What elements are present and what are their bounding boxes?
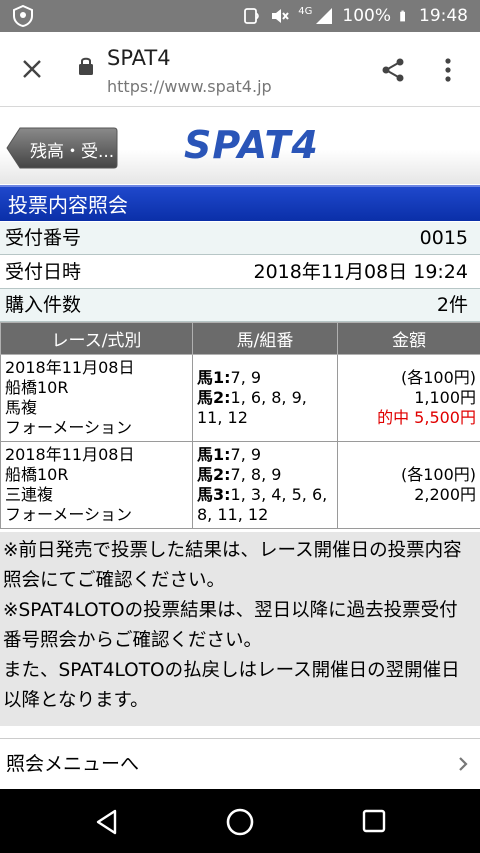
unit-price: (各100円)	[400, 368, 476, 387]
combo-line: 馬1:7, 9	[197, 368, 333, 388]
combo-cell: 馬1:7, 9 馬2:1, 6, 8, 9, 11, 12	[192, 354, 338, 442]
system-nav-bar	[0, 789, 480, 853]
inquiry-menu-link[interactable]: 照会メニューへ	[0, 738, 480, 788]
combo-value: 7, 8, 9	[230, 465, 282, 484]
combo-label: 馬1:	[197, 445, 231, 464]
bet-method: フォーメーション	[5, 505, 133, 524]
combo-cell: 馬1:7, 9 馬2:7, 8, 9 馬3:1, 3, 4, 5, 6, 8, …	[192, 441, 338, 529]
race-cell: 2018年11月08日 船橋10R 馬複 フォーメーション	[0, 354, 193, 442]
battery-icon	[400, 10, 405, 22]
network-type: 4G	[298, 5, 313, 17]
combo-line: 馬3:1, 3, 4, 5, 6, 8, 11, 12	[197, 485, 333, 525]
combo-line: 馬2:7, 8, 9	[197, 465, 333, 485]
bet-method: フォーメーション	[5, 418, 133, 437]
table-row: 2018年11月08日 船橋10R 三連複 フォーメーション 馬1:7, 9 馬…	[0, 441, 480, 529]
nav-home-icon[interactable]	[225, 807, 255, 837]
browser-toolbar: SPAT4 https://www.spat4.jp	[0, 32, 480, 107]
signal-icon	[316, 8, 333, 24]
receipt-date-label: 受付日時	[5, 261, 82, 283]
share-icon[interactable]	[380, 57, 406, 83]
table-row: 2018年11月08日 船橋10R 馬複 フォーメーション 馬1:7, 9 馬2…	[0, 354, 480, 442]
purchase-count-label: 購入件数	[5, 294, 82, 316]
column-header-amount: 金額	[337, 322, 480, 355]
amount-cell: (各100円) 2,200円	[337, 441, 480, 529]
combo-label: 馬1:	[197, 368, 231, 387]
column-header-race: レース/式別	[0, 322, 193, 355]
mute-icon	[272, 9, 290, 23]
receipt-number-row: 受付番号 0015	[0, 222, 480, 255]
back-button-label: 残高・受...	[30, 142, 115, 162]
combo-label: 馬2:	[197, 465, 231, 484]
nav-recents-icon[interactable]	[362, 809, 386, 833]
amount-cell: (各100円) 1,100円 的中 5,500円	[337, 354, 480, 442]
total-amount: 2,200円	[414, 485, 476, 504]
note-text: また、SPAT4LOTOの払戻しはレース開催日の翌開催日以降となります。	[3, 660, 460, 711]
inquiry-menu-label: 照会メニューへ	[6, 753, 140, 775]
receipt-number-value: 0015	[419, 227, 468, 249]
bets-table: レース/式別 馬/組番 金額 2018年11月08日 船橋10R 馬複 フォーメ…	[0, 322, 480, 529]
hit-payout: 的中 5,500円	[377, 408, 476, 427]
unit-price: (各100円)	[400, 465, 476, 484]
lock-icon	[79, 57, 93, 75]
battery-percent: 100%	[342, 6, 391, 26]
column-header-combo: 馬/組番	[192, 322, 338, 355]
table-header-row: レース/式別 馬/組番 金額	[0, 322, 480, 355]
race-cell: 2018年11月08日 船橋10R 三連複 フォーメーション	[0, 441, 193, 529]
combo-label: 馬2:	[197, 388, 231, 407]
section-title: 投票内容照会	[0, 185, 480, 221]
url-text[interactable]: https://www.spat4.jp	[107, 77, 272, 96]
spat4-logo: SPAT4	[184, 123, 319, 167]
page-title: SPAT4	[107, 46, 171, 70]
total-amount: 1,100円	[414, 388, 476, 407]
nav-back-icon[interactable]	[95, 809, 119, 835]
race-name: 船橋10R	[5, 465, 69, 484]
nfc-icon	[244, 8, 260, 24]
clock: 19:48	[419, 6, 468, 26]
chevron-right-icon	[459, 757, 468, 771]
combo-label: 馬3:	[197, 485, 231, 504]
race-date: 2018年11月08日	[5, 358, 135, 377]
combo-line: 馬1:7, 9	[197, 445, 333, 465]
site-header: 残高・受... SPAT4	[0, 107, 480, 184]
race-name: 船橋10R	[5, 378, 69, 397]
status-bar: 4G 100% 19:48	[0, 0, 480, 32]
overflow-menu-icon[interactable]	[441, 57, 455, 83]
shield-icon	[13, 5, 33, 27]
purchase-count-value: 2件	[436, 294, 468, 316]
bet-type: 馬複	[5, 398, 38, 417]
note-text: ※前日発売で投票した結果は、レース開催日の投票内容照会にてご確認ください。	[3, 540, 462, 591]
combo-value: 7, 9	[230, 368, 262, 387]
combo-line: 馬2:1, 6, 8, 9, 11, 12	[197, 388, 333, 428]
close-icon[interactable]	[20, 57, 44, 81]
purchase-count-row: 購入件数 2件	[0, 289, 480, 322]
note-text: ※SPAT4LOTOの投票結果は、翌日以降に過去投票受付番号照会からご確認くださ…	[3, 600, 458, 651]
receipt-number-label: 受付番号	[5, 227, 82, 249]
receipt-date-row: 受付日時 2018年11月08日 19:24	[0, 256, 480, 289]
race-date: 2018年11月08日	[5, 445, 135, 464]
bet-type: 三連複	[5, 485, 54, 504]
receipt-date-value: 2018年11月08日 19:24	[253, 261, 468, 283]
combo-value: 7, 9	[230, 445, 262, 464]
back-button[interactable]: 残高・受...	[6, 127, 118, 169]
notes-box: ※前日発売で投票した結果は、レース開催日の投票内容照会にてご確認ください。 ※S…	[0, 532, 480, 726]
